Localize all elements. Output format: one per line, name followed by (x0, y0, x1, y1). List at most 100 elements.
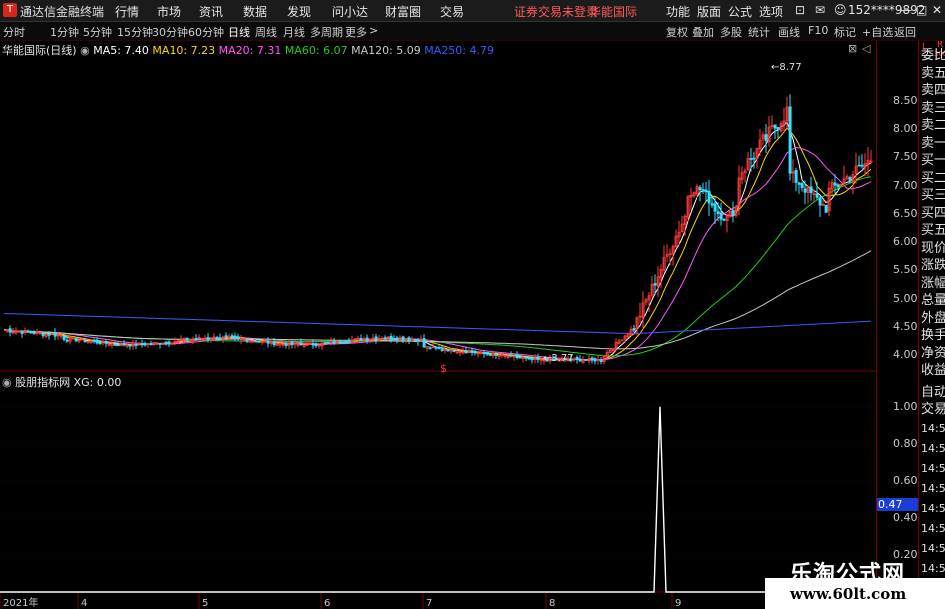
side-panel-item[interactable]: 自动 (920, 384, 945, 402)
candle-body (65, 339, 69, 342)
time-label: 2021年 (3, 596, 38, 609)
candle-body (332, 341, 336, 344)
period-1min[interactable]: 1分钟 (50, 24, 79, 40)
period-intraday[interactable]: 分时 (3, 24, 25, 40)
candle-body (395, 337, 399, 341)
tool-formula[interactable]: 公式 (728, 3, 752, 20)
period-weekly[interactable]: 周线 (255, 24, 277, 40)
menu-item-discover[interactable]: 发现 (287, 3, 311, 20)
toolbar-multistock[interactable]: 多股 (720, 24, 742, 40)
side-panel-item[interactable]: 14:56 (920, 539, 945, 559)
side-panel-item[interactable]: 交易 (920, 401, 945, 419)
side-panel-item[interactable]: 14:56 (920, 499, 945, 519)
candle-body (92, 340, 96, 342)
toolbar-fuquan[interactable]: 复权 (666, 24, 688, 40)
side-panel-item: 卖二 (921, 118, 945, 133)
side-panel-item[interactable]: 14:56 (920, 479, 945, 499)
toolbar-f10[interactable]: F10 (808, 24, 828, 37)
lock-icon[interactable]: ⊡ (795, 3, 805, 17)
tool-options[interactable]: 选项 (759, 3, 783, 20)
candle-body (344, 341, 348, 343)
settings-icon[interactable]: ◉ (80, 44, 90, 57)
side-panel-item: 外盘 (921, 310, 945, 326)
side-panel-item: 涨跌 (921, 258, 945, 273)
close-button[interactable]: ✕ (932, 3, 942, 17)
ma60-line (4, 176, 872, 357)
candle-body (134, 343, 138, 346)
maximize-button[interactable]: □ (916, 3, 927, 17)
period-30min[interactable]: 30分钟 (152, 24, 188, 40)
period-more[interactable]: 更多 (345, 24, 367, 40)
side-panel-item: 收益 (921, 363, 945, 378)
candle-body (29, 331, 33, 334)
candle-body (20, 331, 24, 334)
toolbar-add-watchlist[interactable]: +自选 (862, 24, 893, 40)
minimize-button[interactable]: — (900, 3, 912, 17)
period-5min[interactable]: 5分钟 (83, 24, 112, 40)
tool-function[interactable]: 功能 (666, 3, 690, 20)
menu-bar: T 通达信金融终端 行情 市场 资讯 数据 发现 问小达 财富圈 交易 证券交易… (0, 0, 945, 22)
menu-item-quotes[interactable]: 行情 (115, 3, 139, 20)
side-panel-item: 买一 (921, 153, 945, 168)
toolbar-mark[interactable]: 标记 (834, 24, 856, 40)
more-chevron-icon[interactable]: > (369, 24, 378, 37)
side-panel-item[interactable]: 14:56 (920, 439, 945, 459)
indicator-settings-icon[interactable]: ◉ (2, 376, 12, 389)
candle-body (266, 340, 270, 344)
period-daily[interactable]: 日线 (228, 24, 250, 40)
candle-body (8, 328, 12, 333)
side-panel-item: 涨幅 (921, 275, 945, 291)
candle-body (860, 164, 864, 167)
user-icon[interactable]: ☺ (834, 3, 847, 17)
toolbar-stats[interactable]: 统计 (748, 24, 770, 40)
candle-body (236, 336, 240, 339)
login-warning[interactable]: 证券交易未登录 (514, 3, 598, 20)
side-panel-item: 卖五 (921, 65, 945, 81)
time-label: 9 (675, 598, 681, 609)
candle-body (158, 342, 162, 345)
candle-body (434, 346, 438, 349)
message-icon[interactable]: ✉ (815, 3, 825, 17)
period-monthly[interactable]: 月线 (283, 24, 305, 40)
high-price-label: ←8.77 (771, 62, 802, 73)
expand-pane-icon[interactable]: ◁ (862, 42, 870, 55)
menu-item-data[interactable]: 数据 (243, 3, 267, 20)
menu-item-market[interactable]: 市场 (157, 3, 181, 20)
side-panel-item[interactable]: 14:56 (920, 559, 945, 579)
side-panel-item[interactable]: 14:56 (920, 419, 945, 439)
candle-body (245, 339, 249, 342)
side-panel-item: 委比 (921, 48, 945, 63)
price-axis-label: 4.00 (893, 348, 918, 362)
tool-layout[interactable]: 版面 (697, 3, 721, 20)
price-axis-label: 8.50 (893, 93, 918, 107)
candle-body (122, 343, 126, 346)
candle-body (701, 189, 705, 192)
ma5-label: MA5: 7.40 (93, 44, 149, 57)
candle-body (464, 350, 468, 354)
indicator-value: XG: 0.00 (73, 376, 122, 389)
candle-body (185, 337, 189, 341)
menu-item-news[interactable]: 资讯 (199, 3, 223, 20)
menu-item-trade[interactable]: 交易 (440, 3, 464, 20)
period-15min[interactable]: 15分钟 (117, 24, 153, 40)
candle-body (722, 218, 726, 221)
kline-chart[interactable]: 2021年 4 5 6 7 8 9 ←8.77 ←3.77 $ (0, 41, 876, 609)
candle-body (536, 356, 540, 360)
side-panel-item[interactable]: 14:56 (920, 459, 945, 479)
period-multi[interactable]: 多周期 (310, 24, 343, 40)
close-pane-icon[interactable]: ⊠ (848, 42, 857, 55)
toolbar-draw[interactable]: 画线 (778, 24, 800, 40)
menu-item-ask[interactable]: 问小达 (332, 3, 368, 20)
candle-body (416, 339, 420, 343)
side-panel-item[interactable]: 14:56 (920, 519, 945, 539)
menu-item-wealth[interactable]: 财富圈 (385, 3, 421, 20)
user-account[interactable]: 152****9892 (848, 3, 925, 17)
toolbar-overlay[interactable]: 叠加 (692, 24, 714, 40)
candle-body (224, 335, 228, 338)
candle-body (347, 341, 351, 344)
candle-body (704, 189, 708, 193)
period-60min[interactable]: 60分钟 (188, 24, 224, 40)
side-panel-item: 总量 (921, 293, 945, 308)
candle-body (653, 283, 657, 286)
toolbar-back[interactable]: 返回 (894, 24, 916, 40)
